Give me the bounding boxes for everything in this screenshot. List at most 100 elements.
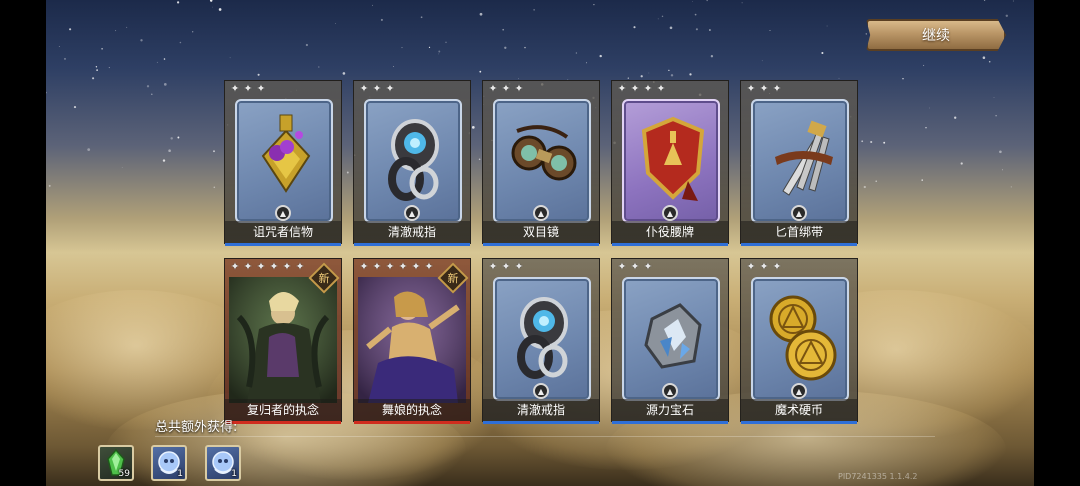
class-emblem-icon: ▲ <box>404 205 420 221</box>
star-icon: ✦ <box>372 82 382 95</box>
star-icon: ✦ <box>514 260 524 273</box>
card-name: 舞娘的执念 <box>354 399 470 421</box>
card-name: 清澈戒指 <box>354 221 470 243</box>
card-name: 源力宝石 <box>612 399 728 421</box>
star-icon: ✦ <box>385 82 395 95</box>
reward-count: 1 <box>177 469 183 479</box>
star-rating: ✦ ✦ ✦ <box>745 83 783 97</box>
star-rating: ✦ ✦ ✦ ✦ ✦ ✦ <box>229 261 306 275</box>
clear-ring-icon <box>388 119 439 201</box>
star-icon: ✦ <box>230 260 240 273</box>
reward-card[interactable]: ✦ ✦ ✦ ▲ 魔术硬币 <box>740 258 858 424</box>
star-icon: ✦ <box>385 260 395 273</box>
class-emblem-icon: ▲ <box>791 383 807 399</box>
reward-card[interactable]: ✦ ✦ ✦ ▲ 清澈戒指 <box>482 258 600 424</box>
star-icon: ✦ <box>746 82 756 95</box>
card-name: 魔术硬币 <box>741 399 857 421</box>
reward-item[interactable]: 1 <box>151 445 187 481</box>
star-rating: ✦ ✦ ✦ <box>487 83 525 97</box>
star-rating: ✦ ✦ ✦ <box>745 261 783 275</box>
star-rating: ✦ ✦ ✦ <box>358 83 396 97</box>
class-emblem-icon: ▲ <box>533 205 549 221</box>
star-rating: ✦ ✦ ✦ ✦ ✦ ✦ <box>358 261 435 275</box>
star-icon: ✦ <box>398 260 408 273</box>
reward-card[interactable]: ✦ ✦ ✦ ✦ ▲ 仆役腰牌 <box>611 80 729 246</box>
divider <box>155 436 935 437</box>
star-icon: ✦ <box>501 260 511 273</box>
reward-card[interactable]: ✦ ✦ ✦ ✦ ✦ ✦ 新复归者的执念 <box>224 258 342 424</box>
extra-rewards-label: 总共额外获得: <box>155 420 238 435</box>
star-icon: ✦ <box>643 82 653 95</box>
rarity-bar <box>225 243 341 246</box>
right-letterbox <box>1034 0 1080 486</box>
reward-card[interactable]: ✦ ✦ ✦ ▲ 诅咒者信物 <box>224 80 342 246</box>
reward-card[interactable]: ✦ ✦ ✦ ✦ ✦ ✦ 新舞娘的执念 <box>353 258 471 424</box>
star-rating: ✦ ✦ ✦ <box>487 261 525 275</box>
star-icon: ✦ <box>282 260 292 273</box>
reward-count: 1 <box>231 469 237 479</box>
rarity-bar <box>483 243 599 246</box>
star-icon: ✦ <box>643 260 653 273</box>
left-letterbox <box>0 0 46 486</box>
rarity-bar <box>741 243 857 246</box>
star-icon: ✦ <box>411 260 421 273</box>
star-icon: ✦ <box>630 82 640 95</box>
reward-card[interactable]: ✦ ✦ ✦ ▲ 匕首绑带 <box>740 80 858 246</box>
card-name: 仆役腰牌 <box>612 221 728 243</box>
reward-item[interactable]: 59 <box>98 445 134 481</box>
rarity-bar <box>483 421 599 424</box>
star-icon: ✦ <box>256 260 266 273</box>
star-icon: ✦ <box>514 82 524 95</box>
star-icon: ✦ <box>617 82 627 95</box>
card-name: 复归者的执念 <box>225 399 341 421</box>
star-icon: ✦ <box>759 82 769 95</box>
class-emblem-icon: ▲ <box>533 383 549 399</box>
star-icon: ✦ <box>372 260 382 273</box>
star-icon: ✦ <box>772 260 782 273</box>
star-icon: ✦ <box>256 82 266 95</box>
star-rating: ✦ ✦ ✦ <box>229 83 267 97</box>
star-rating: ✦ ✦ ✦ <box>616 261 654 275</box>
star-icon: ✦ <box>656 82 666 95</box>
reward-card[interactable]: ✦ ✦ ✦ ▲ 源力宝石 <box>611 258 729 424</box>
dancer-portrait <box>358 277 466 403</box>
binoculars-icon <box>511 125 577 181</box>
version-text: PID7241335 1.1.4.2 <box>838 472 918 481</box>
class-emblem-icon: ▲ <box>662 205 678 221</box>
reward-count: 59 <box>118 469 130 479</box>
star-icon: ✦ <box>359 82 369 95</box>
rarity-bar <box>612 243 728 246</box>
revenant-portrait <box>229 277 337 403</box>
source-gem-icon <box>644 303 702 369</box>
star-icon: ✦ <box>488 82 498 95</box>
reward-card[interactable]: ✦ ✦ ✦ ▲ 双目镜 <box>482 80 600 246</box>
rarity-bar <box>612 421 728 424</box>
star-icon: ✦ <box>488 260 498 273</box>
star-icon: ✦ <box>772 82 782 95</box>
star-rating: ✦ ✦ ✦ ✦ <box>616 83 667 97</box>
star-icon: ✦ <box>243 260 253 273</box>
star-icon: ✦ <box>295 260 305 273</box>
magic-coin-icon <box>769 295 837 381</box>
reward-item[interactable]: 1 <box>205 445 241 481</box>
class-emblem-icon: ▲ <box>662 383 678 399</box>
star-icon: ✦ <box>617 260 627 273</box>
star-icon: ✦ <box>424 260 434 273</box>
class-emblem-icon: ▲ <box>791 205 807 221</box>
cursed-token-icon <box>261 114 311 193</box>
star-icon: ✦ <box>230 82 240 95</box>
star-icon: ✦ <box>501 82 511 95</box>
continue-button[interactable]: 继续 <box>866 19 1006 51</box>
reward-card[interactable]: ✦ ✦ ✦ ▲ 清澈戒指 <box>353 80 471 246</box>
card-name: 匕首绑带 <box>741 221 857 243</box>
reward-card-grid: ✦ ✦ ✦ ▲ 诅咒者信物 ✦ ✦ ✦ ▲ 清澈戒指 ✦ ✦ ✦ ▲ 双目镜 ✦ ✦ ✦ ✦ ▲ 仆役腰牌 ✦ ✦ ✦ ▲ 匕首绑… <box>224 80 858 425</box>
star-icon: ✦ <box>759 260 769 273</box>
game-screen: 继续 ✦ ✦ ✦ ▲ 诅咒者信物 ✦ ✦ ✦ ▲ 清澈戒指 ✦ ✦ ✦ ▲ 双目镜 ✦ ✦ ✦ ✦ ▲ 仆役腰牌 ✦ ✦ ✦ ▲… <box>0 0 1080 486</box>
servant-badge-icon <box>641 116 705 201</box>
star-icon: ✦ <box>359 260 369 273</box>
rarity-bar <box>741 421 857 424</box>
card-name: 诅咒者信物 <box>225 221 341 243</box>
dagger-strap-icon <box>775 120 833 196</box>
star-icon: ✦ <box>630 260 640 273</box>
clear-ring-icon <box>517 297 568 379</box>
